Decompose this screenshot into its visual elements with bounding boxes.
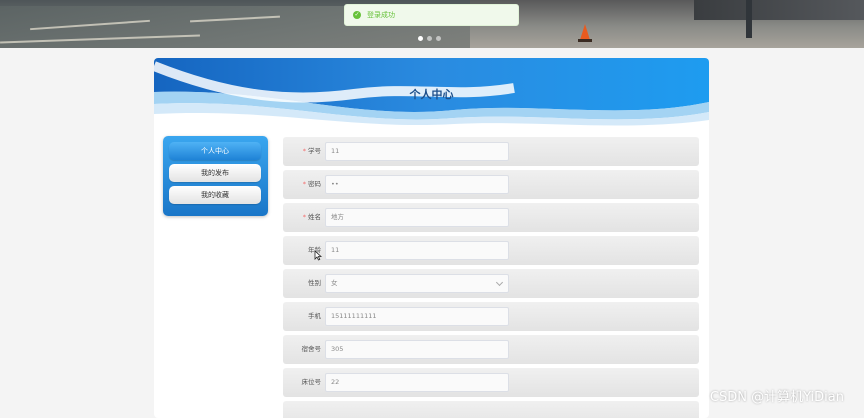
field-label: 手机 xyxy=(308,312,321,320)
field-label: 性别 xyxy=(308,279,321,287)
carousel-dot[interactable] xyxy=(427,36,432,41)
form-row-phone: 手机 15111111111 xyxy=(283,302,699,331)
check-circle-icon: ✓ xyxy=(353,11,361,19)
gender-select-value: 女 xyxy=(331,279,338,287)
name-input[interactable]: 地方 xyxy=(325,208,509,227)
carousel-indicators xyxy=(418,36,441,41)
form-row-next xyxy=(283,401,699,418)
watermark: CSDN @计算机YiDian xyxy=(709,390,844,405)
bed-number-input[interactable]: 22 xyxy=(325,373,509,392)
banner-image-traffic-cone-base xyxy=(578,39,592,42)
password-input[interactable]: •• xyxy=(325,175,509,194)
banner-image-building xyxy=(694,0,864,20)
success-toast: ✓ 登录成功 xyxy=(344,4,519,26)
page-header: 个人中心 xyxy=(154,58,709,128)
field-label: 宿舍号 xyxy=(301,345,322,353)
banner-image-traffic-cone xyxy=(580,24,590,40)
banner-image-pole xyxy=(746,0,752,38)
student-id-input[interactable]: 11 xyxy=(325,142,509,161)
required-mark: * xyxy=(302,213,306,221)
carousel-dot[interactable] xyxy=(436,36,441,41)
side-menu: 个人中心 我的发布 我的收藏 xyxy=(163,136,268,216)
form-row-bed-number: 床位号 22 xyxy=(283,368,699,397)
profile-card: 个人中心 个人中心 我的发布 我的收藏 * 学号 11 * 密码 •• * 姓名 地方… xyxy=(154,58,709,418)
page-title: 个人中心 xyxy=(409,88,454,101)
form-row-dorm-number: 宿舍号 305 xyxy=(283,335,699,364)
age-input[interactable]: 11 xyxy=(325,241,509,260)
menu-item-my-posts[interactable]: 我的发布 xyxy=(169,164,261,182)
form-row-name: * 姓名 地方 xyxy=(283,203,699,232)
mouse-cursor-icon xyxy=(314,250,322,261)
required-mark: * xyxy=(302,147,306,155)
menu-item-personal-center[interactable]: 个人中心 xyxy=(169,142,261,160)
chevron-down-icon xyxy=(495,278,504,287)
gender-select[interactable]: 女 xyxy=(325,274,509,293)
menu-item-my-favorites[interactable]: 我的收藏 xyxy=(169,186,261,204)
form-row-password: * 密码 •• xyxy=(283,170,699,199)
phone-input[interactable]: 15111111111 xyxy=(325,307,509,326)
field-label: 学号 xyxy=(308,147,321,155)
required-mark: * xyxy=(302,180,306,188)
field-label: 姓名 xyxy=(308,213,321,221)
field-label: 床位号 xyxy=(301,378,322,386)
carousel-dot[interactable] xyxy=(418,36,423,41)
field-label: 密码 xyxy=(308,180,321,188)
form-row-age: 年龄 11 xyxy=(283,236,699,265)
toast-message: 登录成功 xyxy=(367,11,395,19)
form-row-student-id: * 学号 11 xyxy=(283,137,699,166)
dorm-number-input[interactable]: 305 xyxy=(325,340,509,359)
form-row-gender: 性别 女 xyxy=(283,269,699,298)
